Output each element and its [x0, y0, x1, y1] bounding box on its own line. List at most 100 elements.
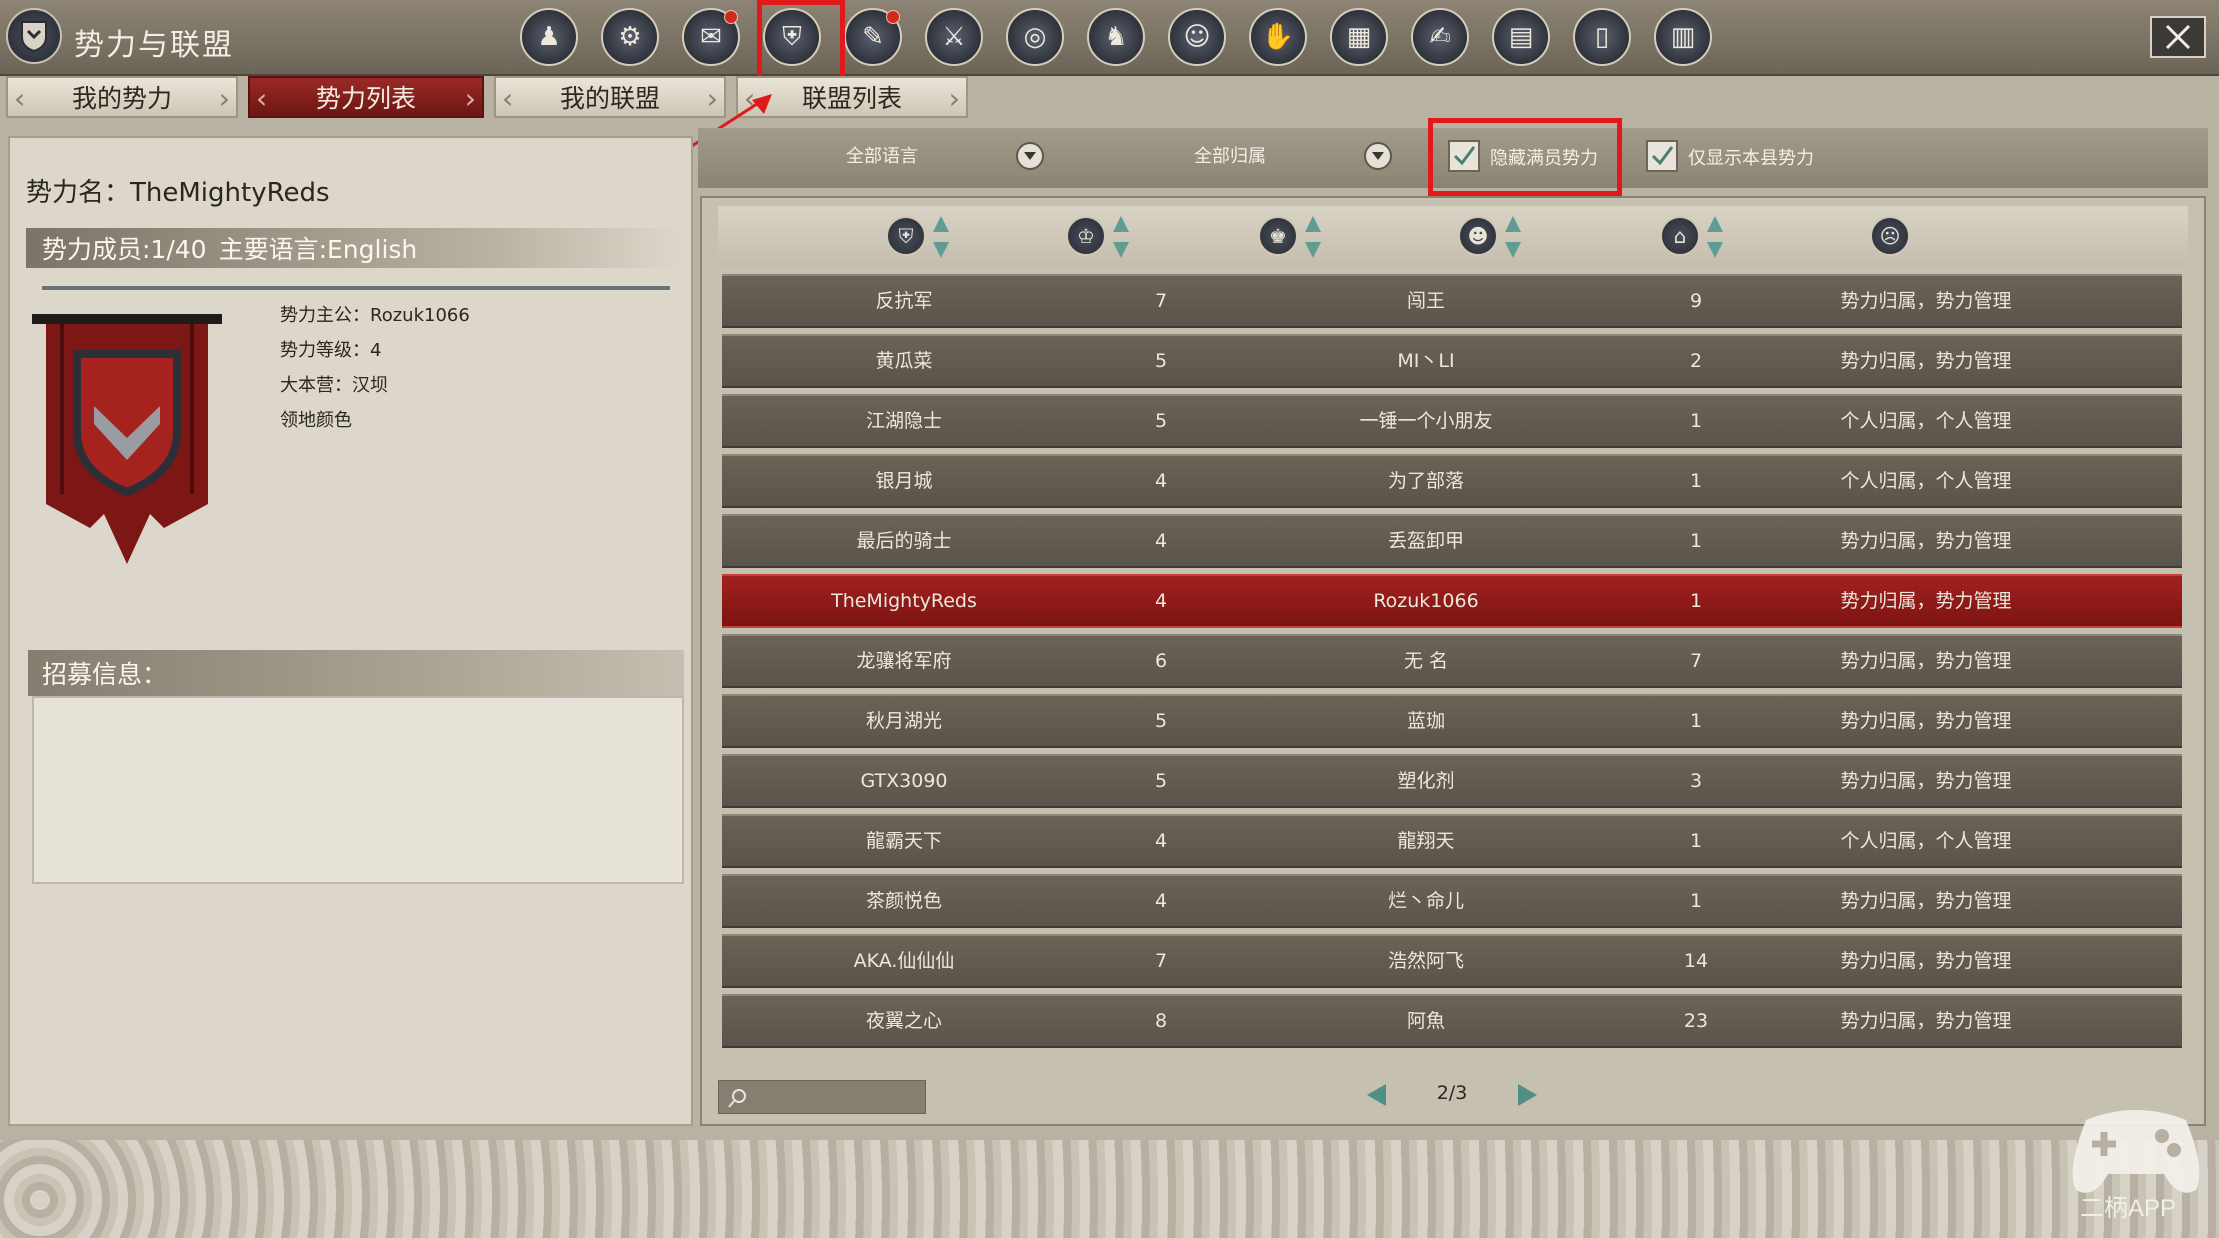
table-row[interactable]: 夜翼之心 8 阿魚 23 势力归属，势力管理 — [722, 994, 2182, 1048]
management-mode-cell: 势力归属，势力管理 — [1840, 530, 2012, 552]
nav-glyph: ▯ — [1594, 22, 1610, 52]
nav-horse-icon[interactable]: ♞ — [1087, 8, 1145, 66]
watermark-text: 二柄APP — [2080, 1195, 2177, 1222]
table-row[interactable]: 龍霸天下 4 龍翔天 1 个人归属，个人管理 — [722, 814, 2182, 868]
table-row[interactable]: 反抗军 7 闯王 9 势力归属，势力管理 — [722, 274, 2182, 328]
sort-arrows-icon[interactable] — [1504, 214, 1522, 260]
members-icon: ☻ — [1458, 216, 1498, 256]
nav-glyph: ✎ — [862, 22, 884, 52]
member-info-bar: 势力成员:1/40 主要语言:English — [26, 228, 682, 268]
table-row[interactable]: AKA.仙仙仙 7 浩然阿飞 14 势力归属，势力管理 — [722, 934, 2182, 988]
county-only-label: 仅显示本县势力 — [1688, 148, 1814, 169]
member-count: 势力成员:1/40 — [42, 235, 207, 264]
table-row[interactable]: 茶颜悦色 4 烂丶命儿 1 势力归属，势力管理 — [722, 874, 2182, 928]
faction-info-list: 势力主公：Rozuk1066 势力等级：4 大本营：汉坝 领地颜色 — [280, 298, 470, 438]
member-count-cell: 14 — [1683, 950, 1709, 972]
nav-map-icon[interactable]: ▦ — [1330, 8, 1388, 66]
faction-shield-icon — [6, 8, 62, 64]
faction-name-cell: 黄瓜菜 — [875, 350, 933, 372]
member-count-cell: 2 — [1689, 350, 1703, 372]
notification-badge — [886, 10, 900, 24]
nav-mask-icon[interactable]: ☺ — [1168, 8, 1226, 66]
nav-glyph: ◎ — [1023, 22, 1047, 52]
nav-bag-icon[interactable]: ✉ — [682, 8, 740, 66]
lord-cell: 一锤一个小朋友 — [1359, 410, 1493, 432]
faction-name-cell: 银月城 — [875, 470, 933, 492]
language-dropdown[interactable] — [1016, 142, 1044, 170]
sort-arrows-icon[interactable] — [932, 214, 950, 260]
table-row[interactable]: TheMightyReds 4 Rozuk1066 1 势力归属，势力管理 — [722, 574, 2182, 628]
next-page-button[interactable] — [1516, 1082, 1540, 1108]
chevron-left-icon: ‹ — [502, 82, 514, 115]
sort-arrows-icon[interactable] — [1706, 214, 1724, 260]
level-cell: 6 — [1154, 650, 1168, 672]
county-only-checkbox[interactable] — [1646, 140, 1678, 172]
faction-banner — [32, 314, 222, 564]
lord-cell: 为了部落 — [1387, 470, 1464, 492]
nav-helmet-icon[interactable]: ⚔ — [925, 8, 983, 66]
nav-scroll-icon[interactable]: ✎ — [844, 8, 902, 66]
window-title: 势力与联盟 — [74, 28, 234, 63]
nav-book-icon[interactable]: ▤ — [1492, 8, 1550, 66]
decorative-footer — [0, 1140, 2219, 1238]
table-row[interactable]: 秋月湖光 5 蓝珈 1 势力归属，势力管理 — [722, 694, 2182, 748]
member-count-cell: 7 — [1689, 650, 1703, 672]
ownership-dropdown[interactable] — [1364, 142, 1392, 170]
chevron-left-icon: ‹ — [256, 82, 268, 115]
nav-network-icon[interactable]: ⚙ — [601, 8, 659, 66]
notification-badge — [724, 10, 738, 24]
member-count-cell: 3 — [1689, 770, 1703, 792]
faction-name-cell: 反抗军 — [875, 290, 933, 312]
management-mode-cell: 势力归属，势力管理 — [1840, 710, 2012, 732]
divider — [42, 286, 670, 290]
close-button[interactable] — [2150, 16, 2206, 58]
table-row[interactable]: 江湖隐士 5 一锤一个小朋友 1 个人归属，个人管理 — [722, 394, 2182, 448]
nav-target-icon[interactable]: ◎ — [1006, 8, 1064, 66]
table-row[interactable]: 最后的骑士 4 丢盔卸甲 1 势力归属，势力管理 — [722, 514, 2182, 568]
sort-arrows-icon[interactable] — [1112, 214, 1130, 260]
level-cell: 5 — [1154, 410, 1168, 432]
faction-lord: 势力主公：Rozuk1066 — [280, 305, 470, 326]
recruit-header: 招募信息： — [28, 650, 684, 696]
close-icon — [2165, 24, 2191, 50]
faction-name-cell: 龍霸天下 — [865, 830, 942, 852]
table-row[interactable]: 银月城 4 为了部落 1 个人归属，个人管理 — [722, 454, 2182, 508]
nav-glyph: ⚙ — [618, 22, 642, 52]
tab-my-faction[interactable]: ‹ 我的势力 › — [6, 76, 238, 118]
nav-glyph: ▥ — [1670, 22, 1696, 52]
column-glyph: ☹ — [1879, 224, 1901, 248]
table-row[interactable]: 黄瓜菜 5 MI丶LI 2 势力归属，势力管理 — [722, 334, 2182, 388]
table-row[interactable]: 龙骧将军府 6 无 名 7 势力归属，势力管理 — [722, 634, 2182, 688]
faction-name-cell: 夜翼之心 — [865, 1010, 942, 1032]
lord-cell: 阿魚 — [1406, 1010, 1445, 1032]
language-filter-label: 全部语言 — [846, 146, 918, 167]
apply-icon: ☹ — [1870, 216, 1910, 256]
nav-quest-icon[interactable]: ✍ — [1411, 8, 1469, 66]
table-row[interactable]: GTX3090 5 塑化剂 3 势力归属，势力管理 — [722, 754, 2182, 808]
nav-glyph: ♟ — [537, 22, 561, 52]
tab-label: 势力列表 — [315, 84, 416, 113]
management-icon: ⌂ — [1660, 216, 1700, 256]
column-glyph: ☻ — [1467, 224, 1489, 248]
member-count-cell: 1 — [1689, 410, 1703, 432]
nav-ranking-icon[interactable]: ▥ — [1654, 8, 1712, 66]
sort-arrows-icon[interactable] — [1304, 214, 1322, 260]
faction-name-cell: 江湖隐士 — [865, 410, 942, 432]
search-input[interactable] — [718, 1080, 926, 1114]
nav-glove-icon[interactable]: ✋ — [1249, 8, 1307, 66]
chevron-down-icon — [1024, 152, 1036, 160]
faction-name-cell: 茶颜悦色 — [865, 890, 942, 912]
prev-page-button[interactable] — [1364, 1082, 1388, 1108]
nav-character-icon[interactable]: ♟ — [520, 8, 578, 66]
column-glyph: ⛨ — [898, 224, 914, 248]
lord-cell: 龍翔天 — [1397, 830, 1455, 852]
management-mode-cell: 个人归属，个人管理 — [1840, 470, 2012, 492]
management-mode-cell: 势力归属，势力管理 — [1840, 770, 2012, 792]
chevron-right-icon: › — [948, 82, 960, 115]
highlight-box — [757, 0, 845, 84]
tab-label: 我的联盟 — [559, 84, 660, 113]
nav-tablet-icon[interactable]: ▯ — [1573, 8, 1631, 66]
ownership-filter-label: 全部归属 — [1194, 146, 1266, 167]
faction-name-cell: 龙骧将军府 — [856, 650, 952, 672]
tab-faction-list[interactable]: ‹ 势力列表 › — [248, 76, 484, 118]
